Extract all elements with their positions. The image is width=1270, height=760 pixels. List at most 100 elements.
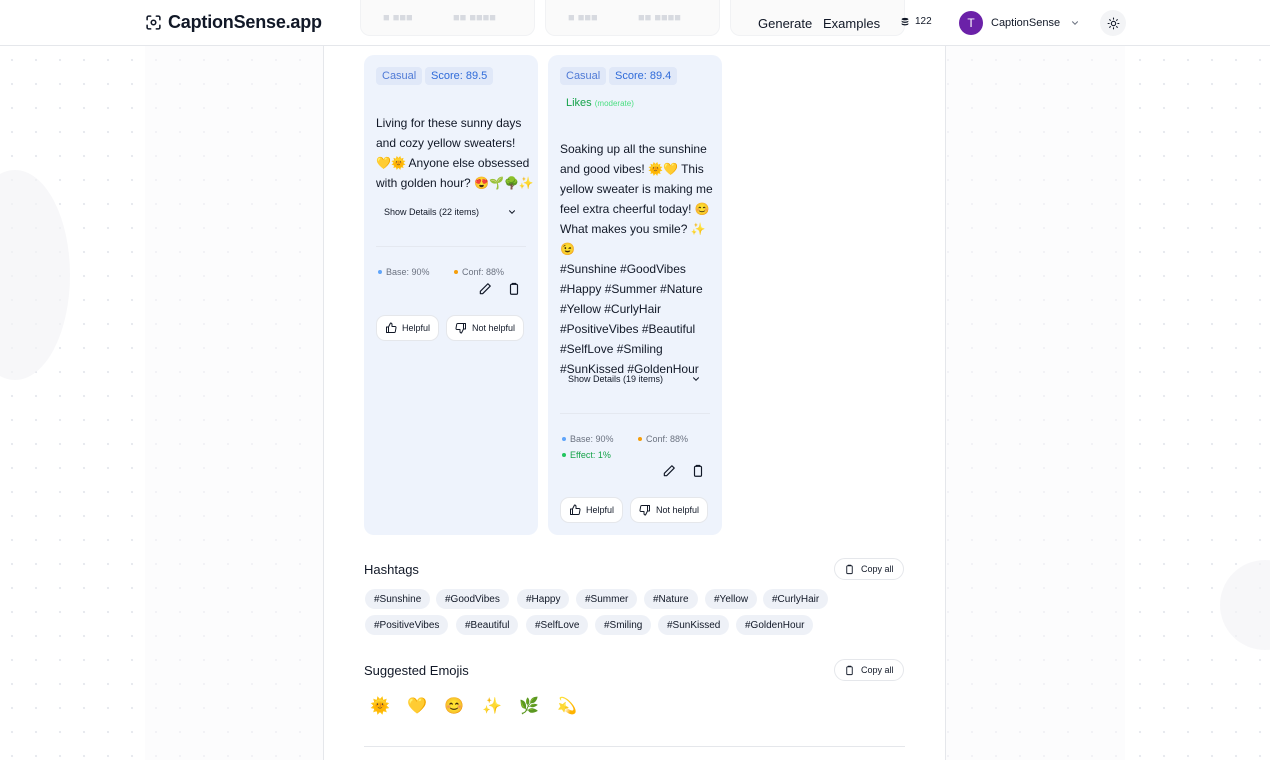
not-helpful-button[interactable]: Not helpful (630, 497, 709, 523)
caption-card: Casual Score: 89.5 Living for these sunn… (364, 55, 538, 535)
likes-qualifier: (moderate) (594, 99, 634, 108)
theme-toggle-button[interactable] (1100, 10, 1126, 36)
base-metric: Base: 90% (562, 434, 614, 444)
tone-badge: Casual (376, 67, 423, 85)
user-name: CaptionSense (991, 17, 1061, 29)
scan-eye-icon (146, 15, 161, 30)
hashtag-chip[interactable]: #GoodVibes (436, 589, 509, 609)
likes-prediction: Likes (moderate) (566, 97, 634, 109)
helpful-label: Helpful (402, 323, 431, 333)
copy-emojis-button[interactable]: Copy all (834, 659, 904, 681)
emoji-suggestion[interactable]: 🌞 (370, 697, 390, 717)
thumbs-down-icon (455, 323, 466, 334)
background-blob (0, 170, 70, 380)
sun-icon (1107, 17, 1119, 29)
caption-line: feel extra cheerful today! 😊 (560, 202, 710, 216)
helpful-label: Helpful (586, 505, 615, 515)
caption-line: #PositiveVibes #Beautiful (560, 322, 696, 336)
caption-line: Living for these sunny days (376, 116, 522, 130)
credits-count: 122 (915, 16, 932, 27)
results-panel: Casual Score: 89.5 Living for these sunn… (323, 46, 946, 760)
show-details-label: Show Details (19 items) (568, 374, 664, 384)
caption-line: What makes you smile? ✨😉 (560, 222, 706, 256)
base-metric: Base: 90% (378, 267, 430, 277)
score-badge: Score: 89.5 (425, 67, 494, 85)
edit-pencil-icon[interactable] (478, 282, 492, 296)
faded-card-top: ■ ■■■ ■■ ■■■■ (545, 0, 720, 36)
show-details-label: Show Details (22 items) (384, 207, 480, 217)
hashtag-chip[interactable]: #Summer (576, 589, 638, 609)
hashtag-chip[interactable]: #Nature (644, 589, 698, 609)
not-helpful-button[interactable]: Not helpful (446, 315, 525, 341)
top-header: ■ ■■■ ■■ ■■■■ ■ ■■■ ■■ ■■■■ CaptionSense.a… (0, 0, 1270, 46)
emoji-suggestion[interactable]: ✨ (482, 697, 502, 717)
background-blob (1220, 560, 1270, 650)
credits-counter[interactable]: 122 (900, 16, 932, 27)
divider (560, 413, 710, 414)
effect-metric: Effect: 1% (562, 450, 611, 460)
show-details-toggle[interactable]: Show Details (22 items) (384, 207, 517, 217)
user-menu[interactable]: T CaptionSense (959, 11, 1080, 35)
dot-icon (378, 270, 382, 274)
caption-line: yellow sweater is making me (560, 182, 713, 196)
hashtag-chip[interactable]: #SelfLove (526, 615, 589, 635)
show-details-toggle[interactable]: Show Details (19 items) (568, 374, 701, 384)
logo-text: CaptionSense.app (168, 12, 322, 32)
hashtags-title: Hashtags (364, 562, 419, 577)
hashtag-chip[interactable]: #Yellow (705, 589, 758, 609)
base-value: Base: 90% (386, 267, 430, 277)
emoji-suggestion[interactable]: 🌿 (519, 697, 539, 717)
caption-line: and good vibes! 🌞💛 This (560, 162, 704, 176)
copy-all-label: Copy all (861, 665, 894, 675)
chevron-down-icon (692, 377, 700, 381)
clipboard-icon[interactable] (507, 282, 521, 296)
copy-all-label: Copy all (861, 564, 894, 574)
effect-value: Effect: 1% (570, 450, 611, 460)
caption-card: Casual Score: 89.4 Likes (moderate) Soak… (548, 55, 722, 535)
hashtag-chip[interactable]: #Sunshine (365, 589, 431, 609)
thumbs-up-icon (386, 322, 397, 333)
thumbs-down-icon (639, 505, 650, 516)
hashtag-chip[interactable]: #CurlyHair (763, 589, 829, 609)
conf-metric: Conf: 88% (638, 434, 688, 444)
not-helpful-label: Not helpful (472, 323, 516, 333)
emoji-suggestion[interactable]: 💛 (407, 697, 427, 717)
dot-icon (562, 453, 566, 457)
dot-icon (638, 437, 642, 441)
copy-hashtags-button[interactable]: Copy all (834, 558, 904, 580)
nav-examples[interactable]: Examples (823, 16, 880, 31)
divider (376, 246, 526, 247)
emoji-suggestion[interactable]: 😊 (444, 697, 464, 717)
hashtag-chip[interactable]: #Happy (517, 589, 570, 609)
hashtag-chip[interactable]: #GoldenHour (736, 615, 814, 635)
chevron-down-icon (1072, 21, 1079, 25)
caption-line: with golden hour? 😍🌱🌳✨ (376, 176, 534, 190)
helpful-button[interactable]: Helpful (560, 497, 624, 523)
conf-value: Conf: 88% (646, 434, 689, 444)
app-logo[interactable]: CaptionSense.app (145, 12, 322, 33)
caption-line: #SelfLove #Smiling (560, 342, 663, 356)
base-value: Base: 90% (570, 434, 614, 444)
faded-card-top: ■ ■■■ ■■ ■■■■ (360, 0, 535, 36)
likes-label: Likes (566, 97, 592, 109)
nav-generate[interactable]: Generate (758, 16, 812, 31)
clipboard-icon (846, 564, 853, 574)
caption-line: Soaking up all the sunshine (560, 142, 707, 156)
hashtag-chip[interactable]: #SunKissed (658, 615, 730, 635)
tone-badge: Casual (560, 67, 607, 85)
hashtag-chip[interactable]: #PositiveVibes (365, 615, 449, 635)
emojis-title: Suggested Emojis (364, 663, 469, 678)
clipboard-icon[interactable] (691, 464, 705, 478)
hashtag-chip[interactable]: #Smiling (595, 615, 652, 635)
helpful-button[interactable]: Helpful (376, 315, 440, 341)
edit-pencil-icon[interactable] (662, 464, 676, 478)
caption-line: 💛🌞 Anyone else obsessed (376, 156, 530, 170)
caption-line: #Happy #Summer #Nature (560, 282, 703, 296)
hashtag-chip[interactable]: #Beautiful (456, 615, 519, 635)
dot-icon (562, 437, 566, 441)
caption-text: Living for these sunny days and cozy yel… (376, 113, 536, 193)
emoji-suggestion[interactable]: 💫 (557, 697, 577, 717)
thumbs-up-icon (570, 504, 581, 515)
caption-line: #Sunshine #GoodVibes (560, 262, 686, 276)
caption-line: #Yellow #CurlyHair (560, 302, 661, 316)
